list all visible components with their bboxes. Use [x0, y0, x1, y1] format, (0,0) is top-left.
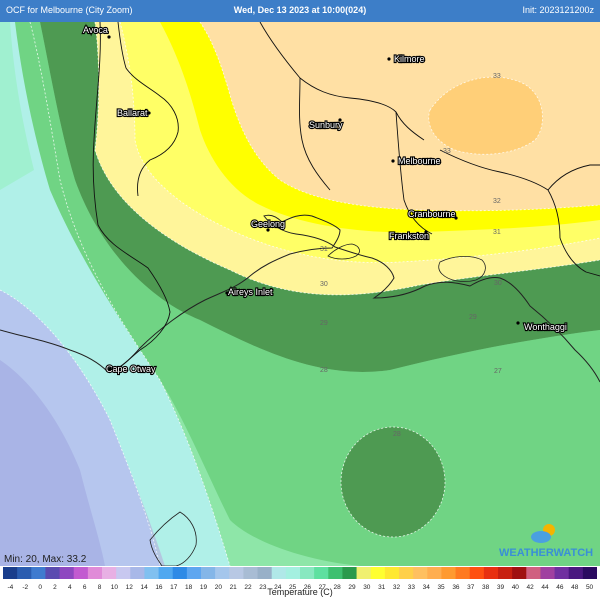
town-marker	[147, 111, 151, 115]
logo-text: WEATHERWATCH	[499, 547, 593, 559]
town-label-geelong: Geelong	[251, 219, 285, 229]
contour-label: 29	[320, 320, 328, 327]
town-label-cape-otway: Cape Otway	[106, 364, 156, 374]
contour-label: 31	[493, 229, 501, 236]
contour-label: 33	[443, 148, 451, 155]
temp-band-28-blob	[341, 427, 445, 537]
colorbar	[3, 566, 598, 579]
contour-label: 30	[494, 280, 502, 287]
init-time-label: Init: 2023121200z	[522, 5, 594, 15]
town-label-wonthaggi: Wonthaggi	[524, 322, 567, 332]
town-marker	[107, 35, 111, 39]
town-marker	[387, 57, 391, 61]
town-label-kilmore: Kilmore	[394, 54, 425, 64]
town-marker	[391, 159, 395, 163]
contour-label: 28	[393, 431, 401, 438]
contour-label: 27	[494, 368, 502, 375]
title-bar: OCF for Melbourne (City Zoom) Wed, Dec 1…	[0, 0, 600, 22]
contour-label: 33	[493, 73, 501, 80]
town-label-ballarat: Ballarat	[117, 108, 148, 118]
town-label-melbourne: Melbourne	[398, 156, 441, 166]
town-label-sunbury: Sunbury	[309, 120, 343, 130]
contour-label: 31	[320, 246, 328, 253]
colorbar-unit-label: Temperature (C)	[267, 587, 333, 597]
town-label-cranbourne: Cranbourne	[408, 209, 456, 219]
town-label-frankston: Frankston	[389, 231, 429, 241]
town-label-aireys-inlet: Aireys Inlet	[228, 287, 273, 297]
min-max-label: Min: 20, Max: 33.2	[4, 554, 87, 565]
contour-label: 30	[320, 281, 328, 288]
town-marker	[516, 321, 520, 325]
town-label-avoca: Avoca	[83, 25, 108, 35]
temperature-map: 33 33 32 31 31 30 30 29 29 28 27 28 Avoc…	[0, 22, 600, 566]
contour-label: 32	[493, 198, 501, 205]
contour-label: 28	[320, 367, 328, 374]
contour-label: 29	[469, 314, 477, 321]
valid-time-title: Wed, Dec 13 2023 at 10:00(024)	[233, 5, 367, 15]
